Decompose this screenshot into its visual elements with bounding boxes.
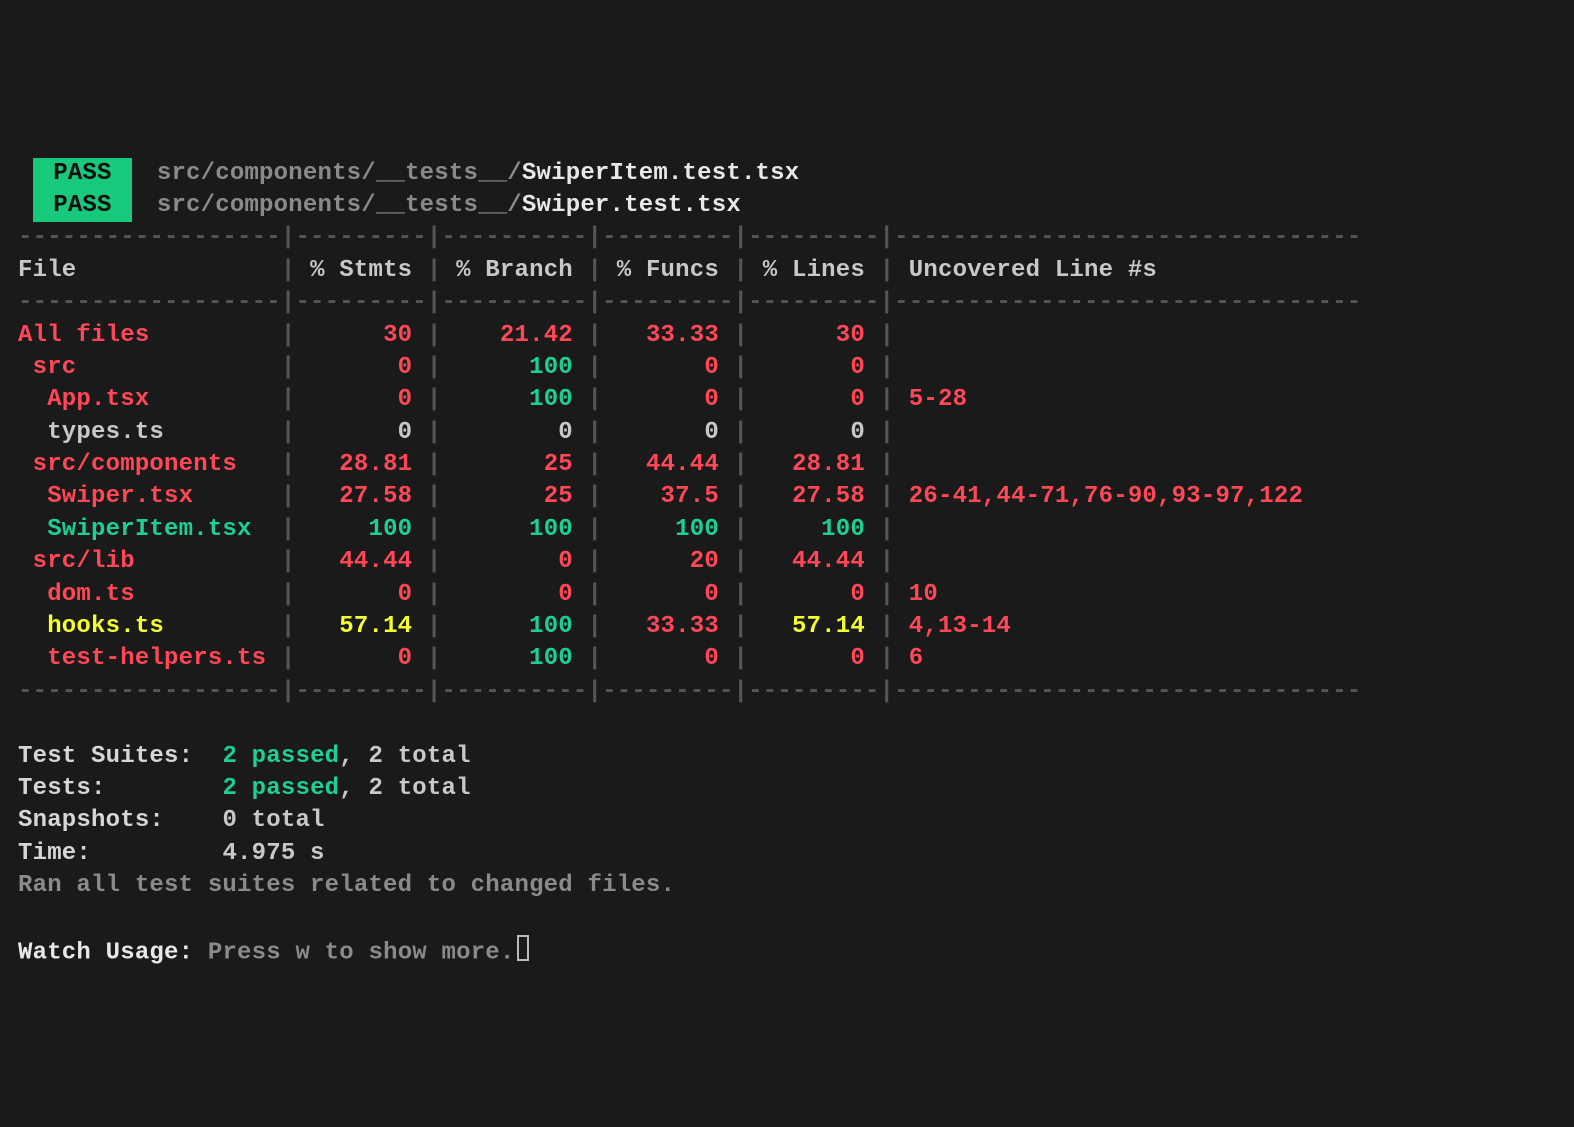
terminal-output: PASS src/components/__tests__/SwiperItem… — [18, 158, 1361, 970]
cursor — [517, 935, 529, 961]
